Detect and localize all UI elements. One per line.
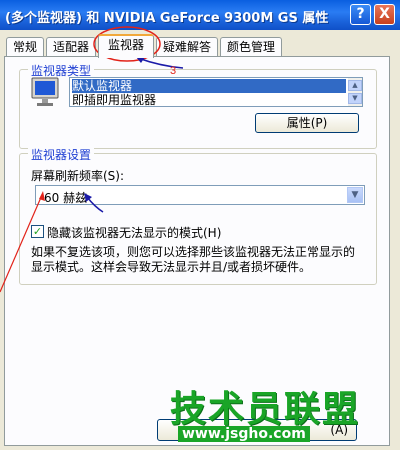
watermark: 技术员联盟 www.jsgho.com <box>170 380 400 450</box>
window-title: (多个监视器) 和 NVIDIA GeForce 9300M GS 属性 <box>5 11 329 26</box>
chevron-down-icon[interactable]: ▼ <box>347 187 363 203</box>
monitor-listbox[interactable]: 默认监视器 即插即用监视器 ▲ ▼ <box>69 77 363 107</box>
list-item-default-monitor[interactable]: 默认监视器 <box>72 79 346 93</box>
listbox-scrollbar[interactable]: ▲ ▼ <box>348 78 362 106</box>
watermark-url: www.jsgho.com <box>178 426 310 442</box>
tab-strip: 常规 适配器 监视器 疑难解答 颜色管理 <box>0 31 400 58</box>
list-item-pnp-monitor[interactable]: 即插即用监视器 <box>72 93 346 107</box>
hide-modes-checkbox[interactable]: ✓ <box>31 225 44 238</box>
monitor-icon <box>31 77 61 112</box>
refresh-rate-select[interactable]: 60 赫兹 ▼ <box>35 185 365 205</box>
tab-adapter[interactable]: 适配器 <box>46 37 96 57</box>
tab-general[interactable]: 常规 <box>6 37 44 57</box>
help-button[interactable]: ? <box>350 4 371 25</box>
tab-troubleshoot[interactable]: 疑难解答 <box>156 37 218 57</box>
watermark-brand: 技术员联盟 <box>170 389 361 430</box>
tab-color-management[interactable]: 颜色管理 <box>220 37 282 57</box>
close-button[interactable]: X <box>374 4 395 25</box>
scroll-up-icon[interactable]: ▲ <box>348 80 362 91</box>
title-bar: (多个监视器) 和 NVIDIA GeForce 9300M GS 属性 ? X <box>0 0 400 30</box>
monitor-settings-label: 监视器设置 <box>28 146 95 163</box>
scroll-down-icon[interactable]: ▼ <box>348 93 362 104</box>
tab-monitor[interactable]: 监视器 <box>98 34 154 58</box>
refresh-rate-label: 屏幕刷新频率(S): <box>31 169 125 183</box>
hide-modes-label: 隐藏该监视器无法显示的模式(H) <box>47 226 222 240</box>
hide-modes-description: 如果不复选该项，则您可以选择那些该监视器无法正常显示的显示模式。这样会导致无法显… <box>31 245 356 274</box>
refresh-rate-value: 60 赫兹 <box>44 191 88 205</box>
properties-button[interactable]: 属性(P) <box>255 113 359 133</box>
